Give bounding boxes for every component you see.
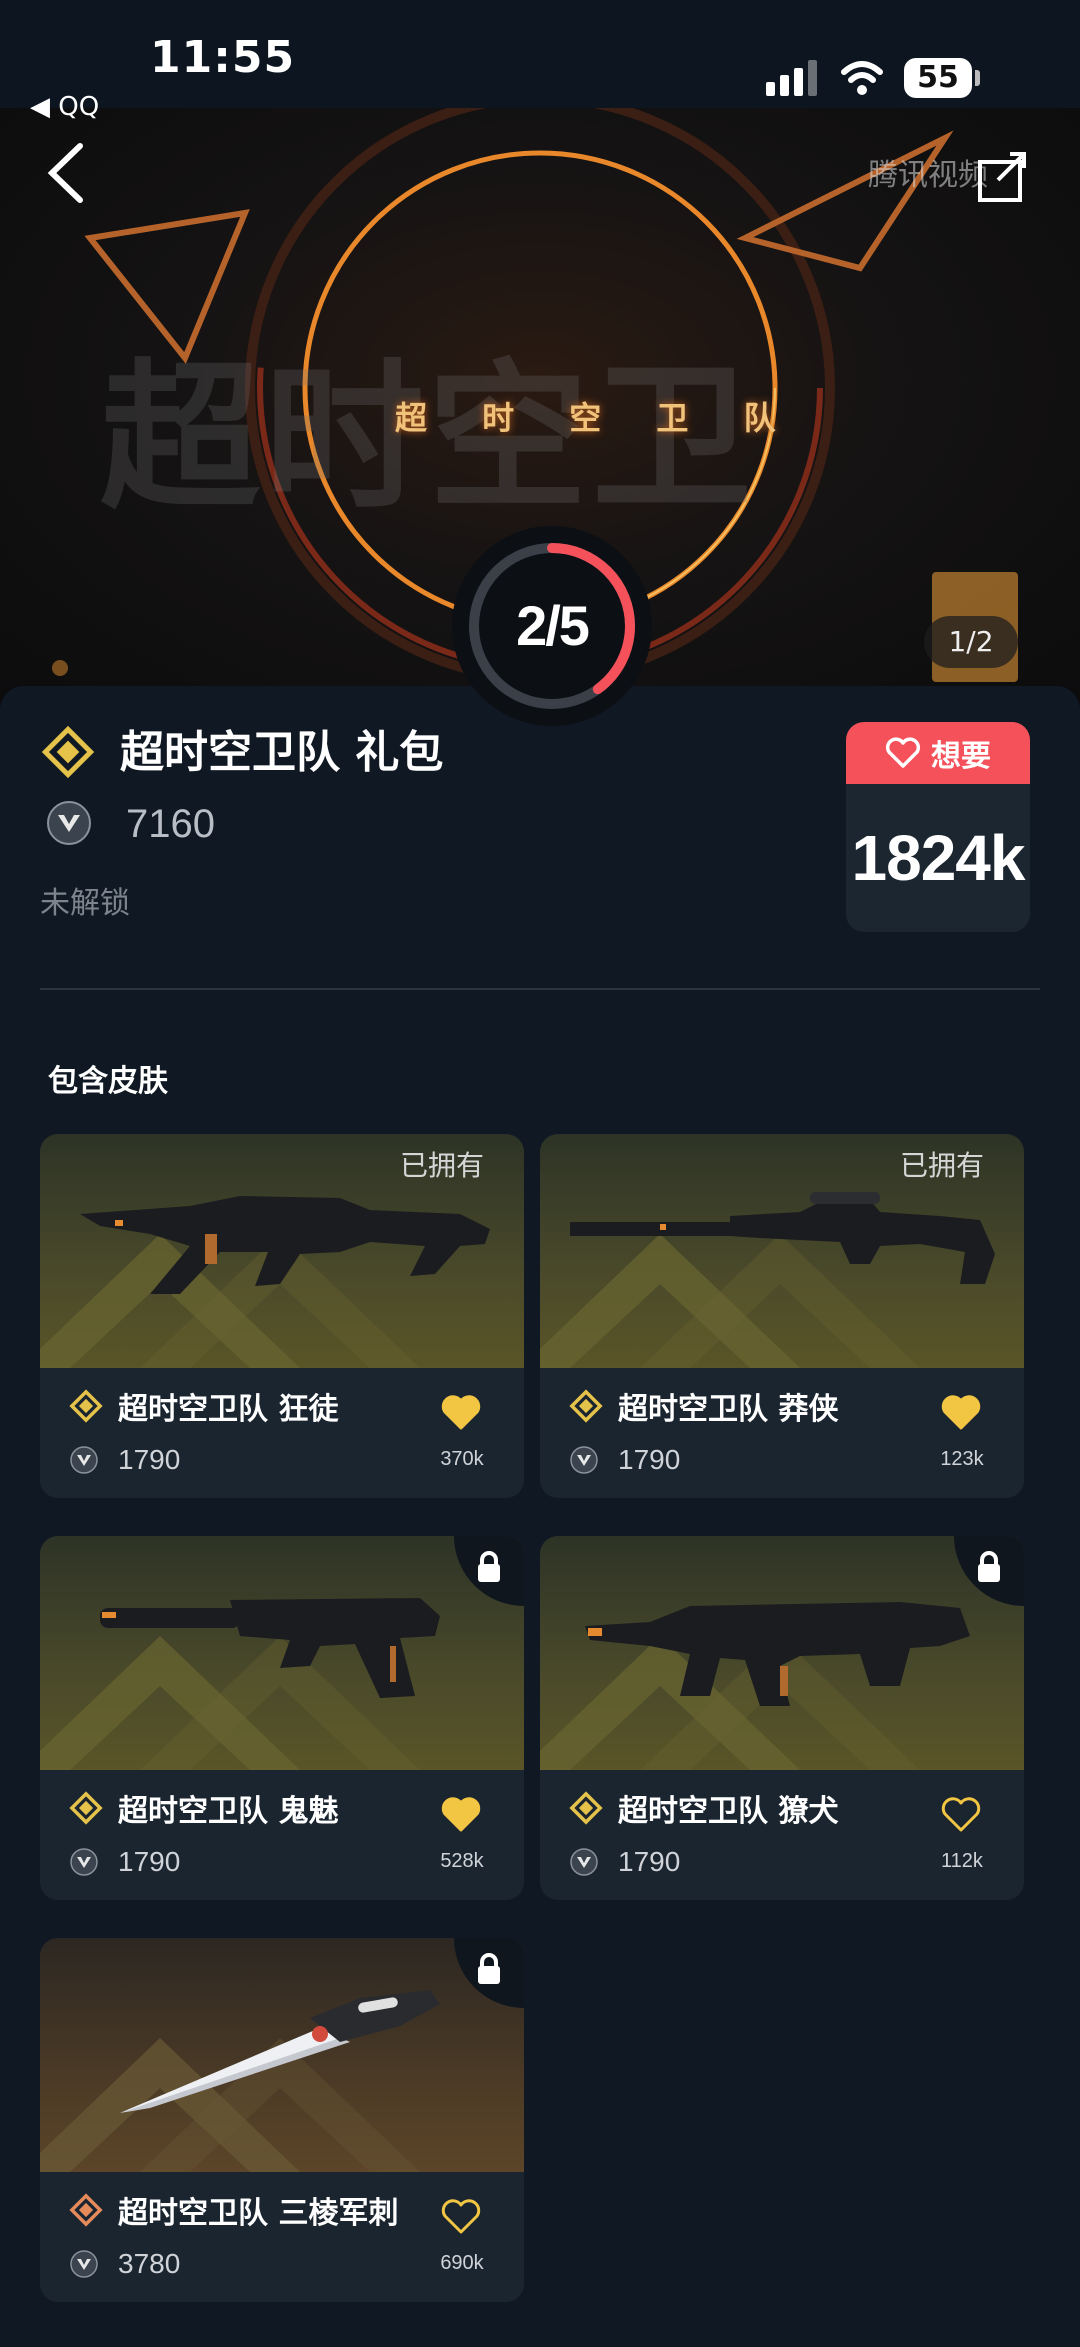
valorant-points-icon	[70, 1848, 98, 1876]
bundle-progress-ring: 2/5	[452, 526, 652, 726]
tier-diamond-icon	[569, 1791, 603, 1825]
skin-name: 超时空卫队 鬼魅	[118, 1794, 339, 1829]
back-to-app-link[interactable]: ◀ QQ	[30, 92, 99, 122]
heart-outline-icon[interactable]	[940, 1796, 982, 1834]
skin-card[interactable]: 超时空卫队 鬼魅 1790 528k	[40, 1536, 524, 1900]
valorant-points-icon	[70, 1446, 98, 1474]
want-label: 想要	[931, 739, 991, 774]
tier-diamond-icon	[69, 1389, 103, 1423]
skin-image	[40, 1938, 524, 2172]
skin-price: 1790	[618, 1846, 681, 1877]
like-count: 528k	[440, 1850, 484, 1872]
weapon-smg-image	[540, 1602, 970, 1770]
like-count: 370k	[440, 1448, 484, 1470]
tier-diamond-icon	[41, 725, 95, 779]
skin-image	[40, 1536, 524, 1770]
skin-name: 超时空卫队 狂徒	[118, 1392, 339, 1427]
skin-card[interactable]: 超时空卫队 獠犬 1790 112k	[540, 1536, 1024, 1900]
tier-diamond-icon	[69, 1791, 103, 1825]
skin-price: 1790	[618, 1444, 681, 1475]
lock-icon	[478, 1953, 500, 1984]
heart-filled-icon[interactable]	[440, 1796, 482, 1834]
want-count: 1824k	[851, 822, 1026, 894]
want-header[interactable]: 想要	[846, 722, 1030, 784]
weapon-knife-image	[40, 1990, 440, 2172]
section-title-included-skins: 包含皮肤	[48, 1064, 168, 1099]
owned-label: 已拥有	[899, 1149, 984, 1182]
lock-icon	[978, 1551, 1000, 1582]
bundle-detail-panel: 超时空卫队 礼包 7160 未解锁 想要 1824k 包含皮肤 已拥有 超时空卫…	[0, 686, 1080, 2347]
skin-card[interactable]: 超时空卫队 三棱军刺 3780 690k	[40, 1938, 524, 2302]
skin-price: 1790	[118, 1846, 181, 1877]
clock: 11:55	[150, 32, 296, 83]
divider	[40, 988, 1040, 990]
tier-diamond-icon	[569, 1389, 603, 1423]
skin-name: 超时空卫队 莽侠	[618, 1392, 839, 1427]
like-count: 690k	[440, 2252, 484, 2274]
weapon-pistol-image	[40, 1598, 440, 1770]
back-arrow-icon[interactable]	[40, 138, 100, 208]
owned-label: 已拥有	[399, 1149, 484, 1182]
share-icon[interactable]	[976, 148, 1032, 204]
valorant-points-icon	[570, 1848, 598, 1876]
progress-label: 2/5	[516, 594, 590, 657]
heart-filled-icon[interactable]	[440, 1394, 482, 1432]
skin-price: 3780	[118, 2248, 181, 2279]
heart-outline-icon	[885, 737, 921, 768]
like-count: 112k	[941, 1850, 983, 1872]
like-count: 123k	[940, 1448, 984, 1470]
valorant-points-icon	[70, 2250, 98, 2278]
wifi-icon	[841, 61, 883, 95]
bundle-title: 超时空卫队 礼包	[120, 727, 444, 778]
valorant-points-icon	[570, 1446, 598, 1474]
battery-indicator: 55	[904, 58, 980, 98]
hero-title-text: 超 时 空 卫 队	[395, 399, 798, 437]
skin-name: 超时空卫队 獠犬	[618, 1794, 839, 1829]
lock-icon	[478, 1551, 500, 1582]
page-indicator: 1/2	[924, 616, 1018, 668]
skin-price: 1790	[118, 1444, 181, 1475]
skin-card[interactable]: 已拥有 超时空卫队 莽侠 1790 123k	[540, 1134, 1024, 1498]
heart-filled-icon[interactable]	[940, 1394, 982, 1432]
skin-image	[540, 1536, 1024, 1770]
signal-icon	[766, 60, 817, 96]
tier-diamond-icon	[69, 2193, 103, 2227]
unlock-status: 未解锁	[40, 886, 130, 921]
bundle-price: 7160	[126, 802, 215, 846]
want-button[interactable]: 想要 1824k	[846, 722, 1030, 932]
status-bar: 11:55 ◀ QQ 55	[0, 0, 1080, 122]
heart-outline-icon[interactable]	[440, 2198, 482, 2236]
valorant-points-icon	[47, 801, 91, 845]
skin-name: 超时空卫队 三棱军刺	[118, 2196, 399, 2231]
skin-card[interactable]: 已拥有 超时空卫队 狂徒 1790 370k	[40, 1134, 524, 1498]
video-watermark: 腾讯视频	[868, 158, 988, 193]
